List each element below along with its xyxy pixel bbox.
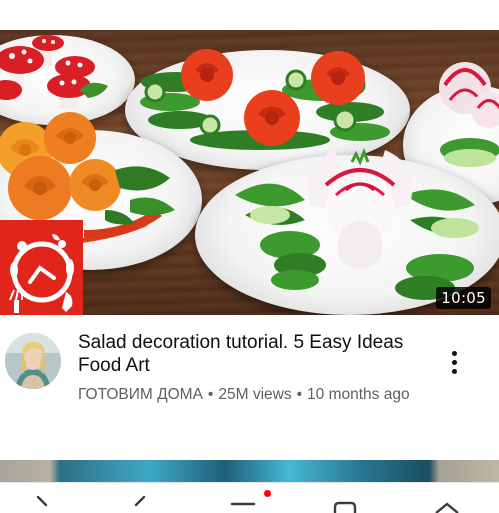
more-vert-icon-dot bbox=[451, 350, 457, 356]
chevron-right-icon[interactable] bbox=[126, 483, 156, 513]
video-meta: Salad decoration tutorial. 5 Easy Ideas … bbox=[0, 315, 499, 455]
bottom-navigation-bar bbox=[0, 482, 499, 513]
upload-age: 10 months ago bbox=[307, 386, 410, 403]
channel-avatar[interactable] bbox=[5, 333, 61, 389]
tabs-icon[interactable] bbox=[330, 483, 360, 513]
more-options-button[interactable] bbox=[440, 345, 468, 379]
video-subtitle[interactable]: ГОТОВИМ ДОМА • 25M views • 10 months ago bbox=[78, 385, 428, 405]
menu-icon[interactable] bbox=[228, 483, 258, 513]
next-video-thumbnail[interactable] bbox=[0, 460, 499, 482]
more-vert-icon-dot bbox=[451, 359, 457, 365]
duration-badge: 10:05 bbox=[436, 287, 491, 309]
separator-dot: • bbox=[296, 386, 303, 403]
video-title[interactable]: Salad decoration tutorial. 5 Easy Ideas … bbox=[78, 331, 428, 377]
view-count: 25M views bbox=[218, 386, 292, 403]
home-icon[interactable] bbox=[432, 483, 462, 513]
channel-logo[interactable] bbox=[0, 220, 83, 315]
avatar-image bbox=[5, 333, 61, 389]
top-strip bbox=[0, 0, 499, 30]
separator-dot: • bbox=[207, 386, 214, 403]
notification-dot bbox=[264, 490, 271, 497]
fork-spoon-plate-logo-icon bbox=[9, 234, 74, 313]
video-thumbnail[interactable]: 10:05 bbox=[0, 30, 499, 315]
chevron-left-icon[interactable] bbox=[26, 483, 56, 513]
more-vert-icon-dot bbox=[451, 368, 457, 374]
channel-name[interactable]: ГОТОВИМ ДОМА bbox=[78, 386, 203, 403]
